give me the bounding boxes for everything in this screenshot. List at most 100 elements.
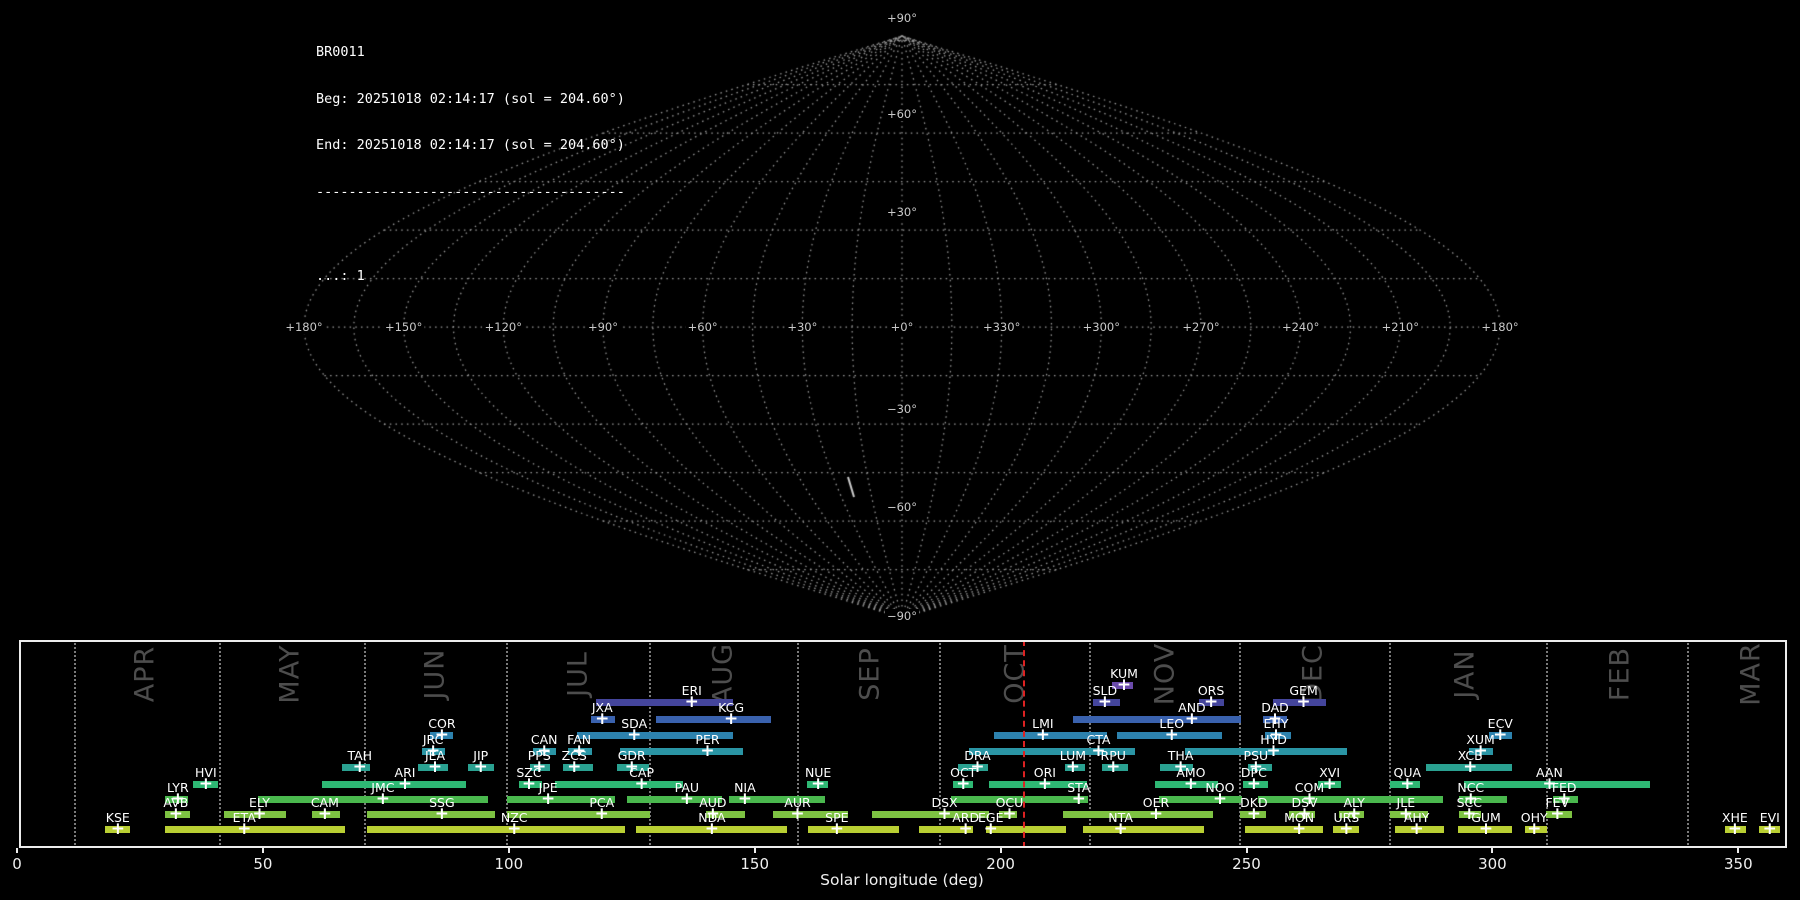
longitude-label: +0° (888, 320, 916, 334)
shower-activity-bar (1062, 811, 1213, 818)
shower-peak-marker: + (1727, 818, 1742, 839)
shower-peak-marker: + (634, 773, 649, 794)
axis-tick (1491, 848, 1494, 853)
latitude-label: +30° (884, 205, 920, 219)
shower-peak-marker: + (1248, 756, 1263, 777)
current-sol-line (1023, 640, 1026, 848)
shower-peak-marker: + (375, 788, 391, 809)
shower-peak-marker: + (1347, 803, 1362, 824)
shower-peak-marker: + (1203, 691, 1219, 712)
longitude-label: +330° (980, 320, 1023, 334)
month-boundary-line (363, 640, 366, 848)
shower-peak-marker: + (595, 708, 610, 729)
shower-peak-marker: + (1542, 773, 1557, 794)
shower-peak-marker: + (572, 740, 587, 761)
axis-tick-label: 250 (1232, 855, 1261, 873)
shower-peak-marker: + (1164, 724, 1179, 745)
shower-peak-marker: + (1002, 803, 1017, 824)
shower-peak-marker: + (252, 803, 267, 824)
longitude-label: +120° (482, 320, 524, 334)
shower-peak-marker: + (427, 756, 443, 777)
longitude-label: +240° (1279, 320, 1322, 334)
shower-peak-marker: + (507, 818, 522, 839)
shower-peak-marker: + (1173, 756, 1188, 777)
shower-peak-marker: + (1246, 773, 1261, 794)
shower-peak-marker: + (983, 818, 998, 839)
latitude-label: −60° (884, 500, 920, 514)
axis-tick-label: 50 (253, 855, 273, 873)
shower-peak-marker: + (1097, 691, 1112, 712)
shower-peak-marker: + (1302, 788, 1317, 809)
shower-peak-marker: + (958, 818, 973, 839)
month-label: MAY (274, 644, 306, 704)
axis-tick (999, 848, 1002, 853)
month-label: FEB (1604, 646, 1636, 702)
axis-tick-label: 100 (494, 855, 524, 873)
shower-activity-bar (595, 699, 734, 706)
activity-timeline: APR MAY JUN JUL AUG SEP OCT NOV DEC JAN FEB MAR + KSE… (19, 640, 1787, 848)
month-label: APR (129, 645, 161, 703)
shower-peak-marker: + (937, 803, 952, 824)
longitude-label: +90° (585, 320, 621, 334)
month-label: JAN (1449, 649, 1481, 699)
shower-peak-marker: + (532, 756, 547, 777)
shower-peak-marker: + (1183, 773, 1199, 794)
shower-peak-marker: + (317, 803, 332, 824)
shower-peak-marker: + (723, 708, 739, 729)
shower-peak-marker: + (198, 773, 213, 794)
meteor-shower-plot-window: { "header": { "title": "BR0011", "beg": … (0, 0, 1800, 900)
shower-peak-marker: + (1037, 773, 1052, 794)
shower-activity-bar (1244, 826, 1323, 833)
latitude-label: +60° (884, 107, 920, 121)
shower-peak-marker: + (1398, 803, 1413, 824)
month-label: AUG (707, 642, 739, 706)
shower-peak-marker: + (1091, 740, 1106, 761)
shower-peak-marker: + (1473, 740, 1488, 761)
axis-tick-label: 300 (1478, 855, 1507, 873)
month-boundary-line (218, 640, 221, 848)
shower-peak-marker: + (352, 756, 367, 777)
shower-peak-marker: + (1113, 818, 1128, 839)
shower-peak-marker: + (1463, 756, 1478, 777)
axis-tick (1737, 848, 1740, 853)
plot-header: BR0011 Beg: 20251018 02:14:17 (sol = 204… (316, 14, 625, 300)
shower-peak-marker: + (811, 773, 826, 794)
shower-peak-marker: + (1065, 756, 1081, 777)
shower-peak-marker: + (594, 803, 609, 824)
month-label: OCT (999, 644, 1031, 704)
shower-peak-marker: + (624, 756, 639, 777)
longitude-label: +180° (283, 320, 325, 334)
shower-peak-marker: + (1148, 803, 1164, 824)
radiant-count: ...: 1 (316, 268, 365, 284)
shower-peak-marker: + (737, 788, 752, 809)
shower-peak-marker: + (1296, 691, 1311, 712)
axis-tick (261, 848, 264, 853)
shower-peak-marker: + (1246, 803, 1261, 824)
shower-peak-marker: + (684, 691, 699, 712)
shower-peak-marker: + (1106, 756, 1121, 777)
shower-peak-marker: + (829, 818, 844, 839)
shower-peak-marker: + (1035, 724, 1051, 745)
shower-activity-bar (1159, 796, 1242, 803)
axis-tick-label: 350 (1723, 855, 1753, 873)
month-label: JUN (419, 648, 451, 700)
month-label: NOV (1149, 642, 1181, 706)
shower-peak-marker: + (434, 724, 450, 745)
longitude-label: +210° (1379, 320, 1421, 334)
shower-peak-marker: + (541, 788, 556, 809)
shower-peak-marker: + (1184, 708, 1200, 729)
month-boundary-line (73, 640, 76, 848)
shower-peak-marker: + (1557, 788, 1572, 809)
latitude-label: −90° (884, 609, 920, 623)
shower-peak-marker: + (537, 740, 552, 761)
latitude-label: +90° (884, 11, 920, 25)
shower-peak-marker: + (627, 724, 642, 745)
longitude-label: +270° (1180, 320, 1222, 334)
longitude-label: +150° (382, 320, 425, 334)
month-boundary-line (1686, 640, 1689, 848)
axis-tick (507, 848, 510, 853)
shower-peak-marker: + (434, 803, 450, 824)
axis-tick (1245, 848, 1248, 853)
longitude-label: +180° (1479, 320, 1521, 334)
shower-peak-marker: + (956, 773, 971, 794)
